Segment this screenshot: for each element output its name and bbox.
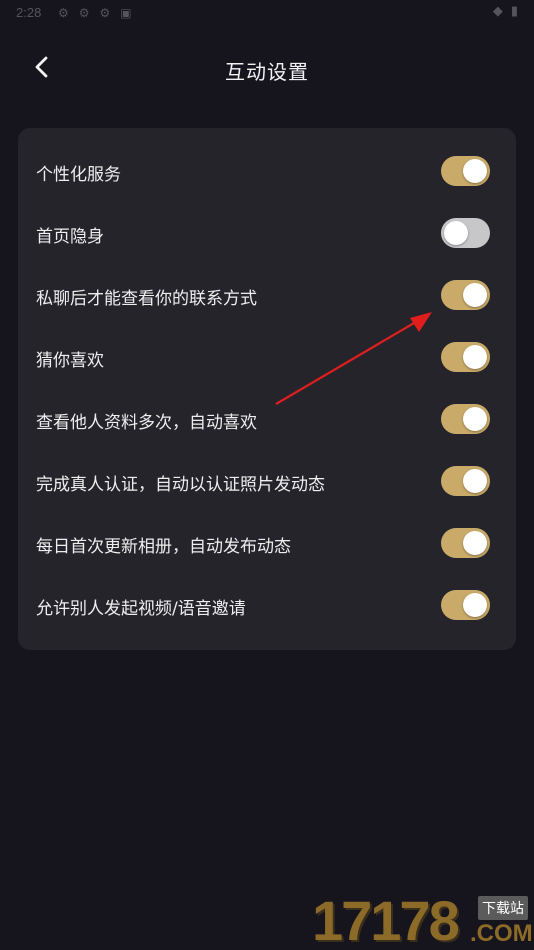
- site-watermark: 17178 下载站 .COM: [312, 886, 534, 950]
- setting-row-home-invisible: 首页隐身: [18, 204, 516, 266]
- settings-card: 个性化服务 首页隐身 私聊后才能查看你的联系方式 猜你喜欢 查看他人资料多次，自…: [18, 128, 516, 650]
- page-title: 互动设置: [225, 60, 309, 84]
- guess-you-like-toggle[interactable]: [441, 342, 490, 372]
- toggle-knob: [463, 283, 487, 307]
- toggle-knob: [463, 159, 487, 183]
- notification-icon: ▣: [120, 6, 132, 20]
- album-update-post-toggle[interactable]: [441, 528, 490, 558]
- wifi-icon: ◆: [492, 4, 503, 19]
- home-invisible-toggle[interactable]: [441, 218, 490, 248]
- setting-label: 查看他人资料多次，自动喜欢: [36, 413, 257, 433]
- toggle-knob: [463, 345, 487, 369]
- status-right-icons: ◆ ▮: [493, 4, 518, 19]
- setting-label: 每日首次更新相册，自动发布动态: [36, 537, 291, 557]
- setting-row-video-voice-invite: 允许别人发起视频/语音邀请: [18, 576, 516, 638]
- setting-row-auto-like: 查看他人资料多次，自动喜欢: [18, 390, 516, 452]
- battery-icon: ▮: [510, 4, 518, 19]
- watermark-site-label: 下载站: [478, 896, 528, 920]
- contact-after-chat-toggle[interactable]: [441, 280, 490, 310]
- setting-row-contact-after-chat: 私聊后才能查看你的联系方式: [18, 266, 516, 328]
- header: 互动设置: [0, 36, 534, 100]
- watermark-domain: .COM: [470, 920, 533, 947]
- settings-icon: ⚙: [58, 6, 69, 20]
- setting-row-verified-photo-post: 完成真人认证，自动以认证照片发动态: [18, 452, 516, 514]
- interaction-settings-screen: 2:28 ⚙ ⚙ ⚙ ▣ ◆ ▮ 互动设置 个性化服务 首页隐身 私聊后才能查看…: [0, 0, 534, 950]
- personalized-service-toggle[interactable]: [441, 156, 490, 186]
- video-voice-invite-toggle[interactable]: [441, 590, 490, 620]
- toggle-knob: [463, 407, 487, 431]
- setting-label: 个性化服务: [36, 165, 121, 185]
- setting-label: 猜你喜欢: [36, 351, 104, 371]
- auto-like-toggle[interactable]: [441, 404, 490, 434]
- setting-row-guess-you-like: 猜你喜欢: [18, 328, 516, 390]
- setting-row-album-update-post: 每日首次更新相册，自动发布动态: [18, 514, 516, 576]
- settings-icon: ⚙: [99, 6, 111, 20]
- setting-label: 完成真人认证，自动以认证照片发动态: [36, 475, 325, 495]
- status-time: 2:28: [16, 5, 42, 20]
- setting-row-personalized-service: 个性化服务: [18, 142, 516, 204]
- setting-label: 私聊后才能查看你的联系方式: [36, 289, 257, 309]
- toggle-knob: [463, 531, 487, 555]
- watermark-digits: 17178: [312, 889, 460, 950]
- status-icons: ⚙ ⚙ ⚙ ▣: [58, 6, 132, 20]
- setting-label: 允许别人发起视频/语音邀请: [36, 599, 246, 619]
- settings-icon: ⚙: [78, 6, 90, 20]
- toggle-knob: [463, 469, 487, 493]
- verified-photo-post-toggle[interactable]: [441, 466, 490, 496]
- toggle-knob: [444, 221, 468, 245]
- toggle-knob: [463, 593, 487, 617]
- status-bar: 2:28 ⚙ ⚙ ⚙ ▣ ◆ ▮: [0, 0, 534, 30]
- setting-label: 首页隐身: [36, 227, 104, 247]
